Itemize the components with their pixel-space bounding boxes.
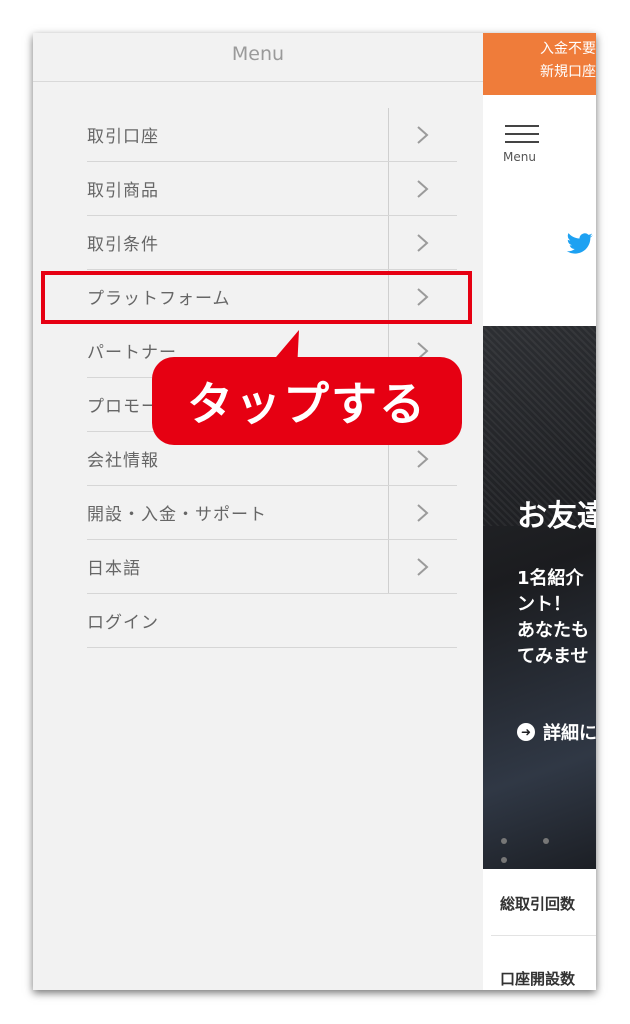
navigation-drawer: Menu 取引口座 取引商品 取引条件 プラットフォーム パートナー プロモー 会社情報 開設… [33, 33, 483, 990]
menu-item[interactable]: 取引商品 [87, 162, 457, 216]
chevron-right-icon [417, 233, 429, 252]
stat-accounts-opened: 口座開設数 [500, 970, 576, 988]
menu-item-label: 取引条件 [87, 235, 159, 255]
chevron-right-icon [417, 449, 429, 468]
menu-item-label: 取引商品 [87, 181, 159, 201]
hero-title: お友達 [517, 499, 596, 534]
menu-item-label: 会社情報 [87, 451, 159, 471]
menu-item-label: 取引口座 [87, 127, 159, 147]
highlight-box [41, 271, 472, 324]
menu-item-label: プロモー [87, 397, 159, 417]
hamburger-menu-icon[interactable] [505, 125, 539, 149]
chevron-right-icon [417, 179, 429, 198]
stat-total-trades: 総取引回数 [500, 895, 576, 913]
menu-item-label: 開設・入金・サポート [87, 505, 267, 525]
banner-line-2: 新規口座 [540, 64, 596, 80]
arrow-circle-right-icon: ➜ [517, 723, 535, 741]
callout-text: タップする [187, 377, 427, 431]
menu-item-label: 日本語 [87, 559, 141, 579]
hero-detail-link[interactable]: ➜ 詳細に [517, 719, 596, 745]
menu-item[interactable]: 開設・入金・サポート [87, 486, 457, 540]
tap-callout: タップする [152, 357, 462, 445]
chevron-right-icon [417, 557, 429, 576]
menu-button-label: Menu [503, 150, 536, 164]
promo-banner[interactable]: 入金不要 新規口座 [483, 33, 596, 95]
menu-item[interactable]: ログイン [87, 594, 457, 648]
expand-submenu-button[interactable] [388, 486, 457, 539]
menu-item-label: ログイン [87, 613, 159, 633]
expand-submenu-button[interactable] [388, 108, 457, 161]
chevron-right-icon [417, 503, 429, 522]
drawer-title: Menu [33, 33, 483, 82]
menu-item[interactable]: 日本語 [87, 540, 457, 594]
main-page: 入金不要 新規口座 Menu お友達 1名紹介 ント！ あなたも てみませ ➜ … [483, 33, 596, 990]
chevron-right-icon [417, 125, 429, 144]
expand-submenu-button[interactable] [388, 540, 457, 593]
phone-screen: Menu 取引口座 取引商品 取引条件 プラットフォーム パートナー プロモー 会社情報 開設… [33, 33, 596, 990]
menu-item[interactable]: 取引条件 [87, 216, 457, 270]
expand-submenu-button[interactable] [388, 162, 457, 215]
carousel-dots[interactable] [501, 829, 596, 867]
banner-line-1: 入金不要 [540, 41, 596, 57]
menu-item[interactable]: 取引口座 [87, 108, 457, 162]
hero-carousel[interactable]: お友達 1名紹介 ント！ あなたも てみませ ➜ 詳細に [483, 326, 596, 869]
twitter-icon[interactable] [566, 233, 594, 255]
expand-submenu-button[interactable] [388, 216, 457, 269]
hero-description: 1名紹介 ント！ あなたも てみませ [517, 568, 589, 667]
